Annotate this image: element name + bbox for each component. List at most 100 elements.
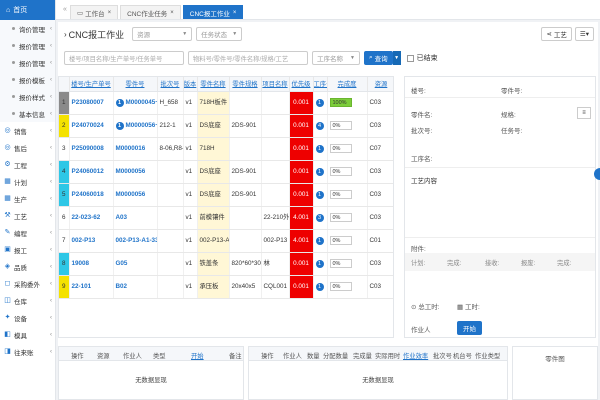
page-header: › CNC报工作业 资源 ▼ 任务状态 ▼ ⋖ 工艺 ☰▾ (58, 22, 598, 46)
sidebar-item[interactable]: ▦ 计划 ‹ (0, 173, 55, 190)
part-link[interactable]: B02 (116, 283, 128, 290)
sidebar-item[interactable]: 询价管理 ‹ (0, 20, 55, 37)
sidebar-item[interactable]: 报价管理 ‹ (0, 54, 55, 71)
table-row[interactable]: 1P230800071M0000045~M0000069H_658v1718H板… (59, 91, 393, 115)
part-link[interactable]: M0000056 (116, 168, 146, 175)
table-row[interactable]: 2P240700241M0000056~A01212-1v1DS底座2DS-90… (59, 114, 393, 138)
process-name-select[interactable]: 工序名称 ▼ (312, 51, 360, 65)
order-search-input[interactable]: 楼号/项目名称/生产单号/任务单号 (64, 51, 184, 65)
row-index: 7 (59, 229, 70, 253)
column-header[interactable]: 工序号 (313, 77, 328, 92)
step-badge: 1 (315, 282, 324, 291)
sidebar-item[interactable]: ◻ 采购委外 ‹ (0, 275, 55, 292)
step-cell: 1 (313, 183, 328, 207)
resource-cell: C03 (367, 252, 393, 276)
column-header[interactable]: 零件规格 (229, 77, 262, 92)
close-icon[interactable]: × (108, 10, 112, 16)
priority-cell: 0.001 (289, 91, 314, 115)
sidebar-home[interactable]: ⌂ 首页 (0, 0, 55, 20)
sidebar-item[interactable]: ⚒ 工艺 ‹ (0, 207, 55, 224)
part-cell: 1M0000045~M0000069 (113, 91, 158, 115)
process-button[interactable]: ⋖ 工艺 (541, 27, 572, 41)
sidebar-item[interactable]: ✦ 设备 ‹ (0, 309, 55, 326)
table-row[interactable]: 8 19008 G05 v1 铁盖条 820*60*30 林 0.001 1 0% C03 (59, 252, 393, 276)
row-index: 8 (59, 252, 70, 276)
status-select[interactable]: 任务状态 ▼ (196, 27, 243, 41)
table-row[interactable]: 9 22-101 B02 v1 承压板 20x40x5 CQL001 0.001 1 0% C03 (59, 275, 393, 299)
finished-checkbox[interactable] (406, 54, 414, 62)
sidebar-item[interactable]: 报价管理 ‹ (0, 37, 55, 54)
part-link[interactable]: M0000056~A01 (126, 122, 157, 129)
chevron-icon: ‹ (50, 229, 52, 236)
chevron-icon: ‹ (50, 348, 52, 355)
column-header[interactable]: 零件号 (113, 77, 158, 92)
query-button[interactable]: ⌕ 查询 (364, 51, 393, 65)
part-name-cell: DS底座 (197, 114, 230, 138)
sidebar-item[interactable]: ▦ 生产 ‹ (0, 190, 55, 207)
resource-cell: C03 (367, 275, 393, 299)
sidebar-item[interactable]: 报价样式 ‹ (0, 88, 55, 105)
close-icon[interactable]: × (170, 10, 174, 16)
query-dropdown-button[interactable]: ▼ (392, 51, 401, 65)
column-header[interactable]: 批次号 (157, 77, 184, 92)
column-header[interactable]: 优先级 (289, 77, 314, 92)
part-link[interactable]: A03 (116, 214, 128, 221)
part-link[interactable]: G05 (116, 260, 128, 267)
resource-cell: C03 (367, 183, 393, 207)
part-name-cell: 718H板件 (197, 91, 230, 115)
detail-attachment: 附件: (411, 246, 426, 253)
progress-cell: 0% (327, 183, 368, 207)
resource-select[interactable]: 资源 ▼ (132, 27, 193, 41)
close-icon[interactable]: × (233, 10, 237, 16)
start-button[interactable]: 开始 (457, 321, 482, 335)
table-row[interactable]: 5 P24060018 M0000056 v1 DS底座 2DS-901 0.001 1 0% C… (59, 183, 393, 207)
sidebar-item[interactable]: 基本信息 ‹ (0, 105, 55, 122)
sidebar-item[interactable]: ◎ 销售 ‹ (0, 122, 55, 139)
menu-item-icon: ◫ (4, 297, 11, 304)
worker-log-header: 操作 资源 作业人 类型 开始 备注 (59, 347, 243, 361)
clock-icon: ⊙ (411, 304, 417, 311)
column-header[interactable] (59, 77, 70, 92)
detail-menu-button[interactable]: ≡ (577, 107, 591, 119)
chevron-icon: ‹ (50, 331, 52, 338)
column-header[interactable]: 零件名称 (197, 77, 230, 92)
table-row[interactable]: 4 P24060012 M0000056 v1 DS底座 2DS-901 0.001 1 0% C… (59, 160, 393, 184)
column-header[interactable]: 项目名称 (261, 77, 290, 92)
tab-cnc-tasks[interactable]: CNC作业任务 × (120, 5, 181, 19)
tab-workbench[interactable]: ▭ 工作台 × (70, 5, 119, 19)
sidebar-item[interactable]: ◨ 往来账 ‹ (0, 343, 55, 360)
part-link[interactable]: M0000056 (116, 191, 146, 198)
sidebar-item[interactable]: 报价模板 ‹ (0, 71, 55, 88)
part-link[interactable]: M0000045~M0000069 (126, 99, 157, 106)
sidebar-item[interactable]: ⚙ 工程 ‹ (0, 156, 55, 173)
menu-item-icon: ◨ (4, 348, 11, 355)
resource-cell: C03 (367, 206, 393, 230)
column-header[interactable]: 资源 (367, 77, 393, 92)
page-title: CNC报工作业 (68, 29, 125, 40)
sidebar-item[interactable]: ✎ 编程 ‹ (0, 224, 55, 241)
side-handle[interactable] (594, 168, 600, 180)
sidebar-item[interactable]: ▣ 报工 ‹ (0, 241, 55, 258)
chevron-down-icon: ▼ (350, 55, 355, 61)
column-header[interactable]: 完成度 (327, 77, 368, 92)
sidebar-item[interactable]: ◫ 仓库 ‹ (0, 292, 55, 309)
part-search-input[interactable]: 物料号/零件号/零件名称/规格/工艺 (188, 51, 308, 65)
table-row[interactable]: 622-023-62A03 v1前模镶件 22-210外壳4.0013 0% C03 (59, 206, 393, 230)
menu-button[interactable]: ☰▾ (574, 27, 594, 41)
part-link[interactable]: 002-P13-A1-33F1 (116, 237, 157, 244)
column-header[interactable]: 楼号/生产单号 (69, 77, 114, 92)
sidebar-item[interactable]: ◧ 模具 ‹ (0, 326, 55, 343)
chevron-icon: ‹ (50, 144, 52, 151)
chevron-left-icon[interactable]: « (60, 2, 70, 16)
tab-cnc-report[interactable]: CNC报工作业 × (182, 5, 244, 19)
step-cell: 1 (313, 137, 328, 161)
order-cell: 22-023-62 (69, 206, 114, 230)
sidebar-item[interactable]: ◈ 品质 ‹ (0, 258, 55, 275)
part-link[interactable]: M0000016 (116, 145, 146, 152)
monitor-icon: ▭ (77, 9, 84, 17)
column-header[interactable]: 版本 (183, 77, 198, 92)
progress-cell: 0% (327, 137, 368, 161)
table-row[interactable]: 7002-P13002-P13-A1-33F1v1002-P13-A1-3300… (59, 229, 393, 253)
table-row[interactable]: 3P25090008M0000016 8-06,R8-02,R8-05,R8v17… (59, 137, 393, 161)
sidebar-item[interactable]: ◎ 售后 ‹ (0, 139, 55, 156)
